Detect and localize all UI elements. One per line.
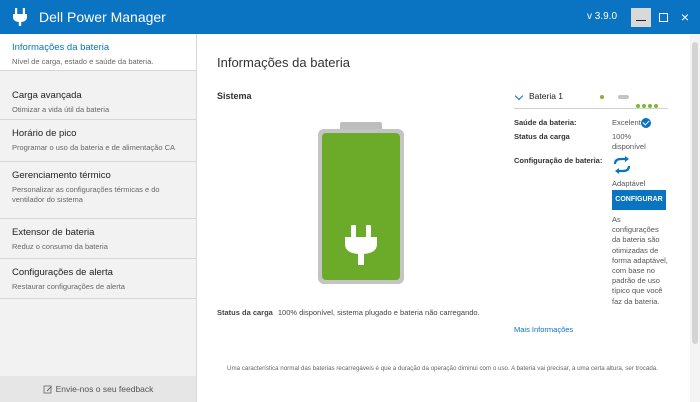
title-bar: Dell Power Manager v 3.9.0 × [0, 0, 700, 34]
sidebar-item-alert-settings[interactable]: Configurações de alerta Restaurar config… [0, 259, 196, 299]
chevron-down-icon [514, 91, 524, 101]
charge-value: 100% disponível [612, 132, 646, 151]
sidebar-item-label: Carga avançada [12, 90, 82, 101]
pencil-icon [43, 385, 52, 394]
maximize-button[interactable] [653, 8, 673, 27]
charge-status-line: Status da carga 100% disponível, sistema … [217, 308, 480, 317]
battery-mini-bar [618, 95, 629, 99]
section-label: Sistema [217, 91, 252, 101]
sidebar-item-label: Extensor de bateria [12, 227, 95, 238]
sidebar-item-description: Otimizar a vida útil da bateria [12, 105, 110, 114]
sidebar-item-description: Nível de carga, estado e saúde da bateri… [12, 57, 154, 66]
config-description: As configurações da bateria são otimizad… [612, 215, 668, 306]
check-circle-icon [641, 118, 651, 128]
sidebar: Informações da bateria Nível de carga, e… [0, 34, 197, 402]
scrollbar-thumb[interactable] [692, 42, 698, 344]
health-value: Excelente [612, 118, 645, 127]
sidebar-item-label: Configurações de alerta [12, 267, 113, 278]
config-value: Adaptável [612, 179, 646, 188]
feedback-label: Envie-nos o seu feedback [55, 384, 154, 394]
close-button[interactable]: × [675, 8, 695, 27]
more-info-link[interactable]: Mais Informações [514, 325, 573, 334]
plug-logo-icon [13, 8, 27, 26]
sidebar-item-description: Personalizar as configurações térmicas e… [12, 185, 160, 204]
sidebar-item-advanced-charge[interactable]: Carga avançada Otimizar a vida útil da b… [0, 82, 196, 120]
sidebar-item-thermal[interactable]: Gerenciamento térmico Personalizar as co… [0, 162, 196, 219]
page-title: Informações da bateria [217, 55, 350, 70]
configure-button[interactable]: CONFIGURAR [612, 190, 666, 210]
config-label: Configuração de bateria: [514, 156, 603, 165]
charge-status-label: Status da carga [217, 308, 273, 317]
sidebar-item-battery-extender[interactable]: Extensor de bateria Reduz o consumo da b… [0, 219, 196, 259]
battery-level-dots [636, 95, 660, 113]
sidebar-item-label: Horário de pico [12, 128, 77, 139]
maximize-icon [658, 13, 668, 22]
sidebar-item-label: Informações da bateria [12, 42, 110, 53]
charge-label: Status da carga [514, 132, 570, 141]
sidebar-item-description: Programar o uso da bateria e de alimenta… [12, 143, 176, 152]
sidebar-item-label: Gerenciamento térmico [12, 170, 111, 181]
battery-graphic [318, 129, 404, 284]
minimize-icon [636, 20, 646, 21]
scrollbar[interactable] [690, 34, 700, 402]
sidebar-item-peak-shift[interactable]: Horário de pico Programar o uso da bater… [0, 120, 196, 162]
app-title: Dell Power Manager [39, 9, 166, 25]
plug-icon [345, 225, 377, 265]
version-label: v 3.9.0 [587, 11, 618, 22]
battery-status-dot [600, 95, 604, 99]
sidebar-item-battery-info[interactable]: Informações da bateria Nível de carga, e… [0, 34, 196, 71]
sidebar-item-description: Reduz o consumo da bateria [12, 242, 108, 251]
minimize-button[interactable] [631, 8, 651, 27]
footnote: Uma característica normal das baterias r… [227, 365, 658, 372]
main-content: Informações da bateria Sistema Status da… [198, 34, 690, 402]
battery-selector[interactable]: Bateria 1 [514, 87, 668, 109]
charge-status-text: 100% disponível, sistema plugado e bater… [277, 308, 480, 317]
battery-name: Bateria 1 [529, 91, 564, 101]
sync-icon [613, 156, 631, 174]
sidebar-item-description: Restaurar configurações de alerta [12, 282, 125, 291]
feedback-link[interactable]: Envie-nos o seu feedback [0, 376, 196, 402]
health-label: Saúde da bateria: [514, 118, 577, 127]
